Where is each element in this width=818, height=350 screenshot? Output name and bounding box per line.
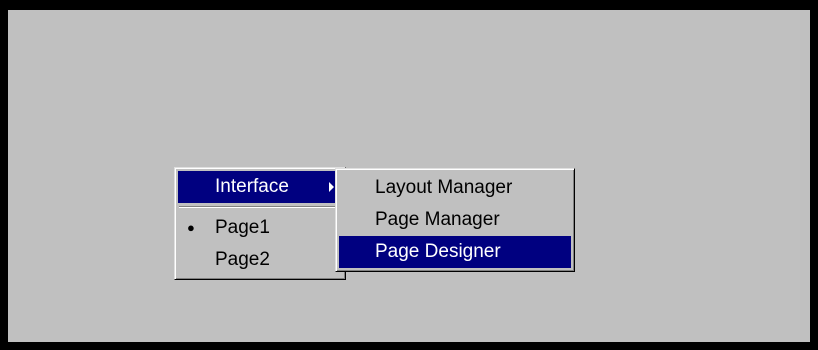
menu-item-label: Page Designer	[375, 241, 501, 262]
submenu-arrow-icon	[329, 182, 334, 192]
radio-bullet-icon: ●	[187, 220, 195, 235]
menu-item-layout-manager[interactable]: Layout Manager	[339, 172, 571, 204]
menu-item-interface[interactable]: Interface	[178, 171, 342, 203]
menu-item-page2[interactable]: Page2	[178, 244, 342, 276]
menu-item-label: Interface	[215, 176, 289, 197]
menu-item-page-manager[interactable]: Page Manager	[339, 204, 571, 236]
menu-separator	[179, 206, 341, 208]
context-menu: Interface ● Page1 Page2	[174, 167, 346, 280]
menu-item-page1[interactable]: ● Page1	[178, 212, 342, 244]
menu-item-label: Page Manager	[375, 209, 500, 230]
menu-item-label: Page2	[215, 249, 270, 270]
menu-item-label: Page1	[215, 217, 270, 238]
menu-item-label: Layout Manager	[375, 177, 513, 198]
menu-item-page-designer[interactable]: Page Designer	[339, 236, 571, 268]
interface-submenu: Layout Manager Page Manager Page Designe…	[335, 168, 575, 272]
